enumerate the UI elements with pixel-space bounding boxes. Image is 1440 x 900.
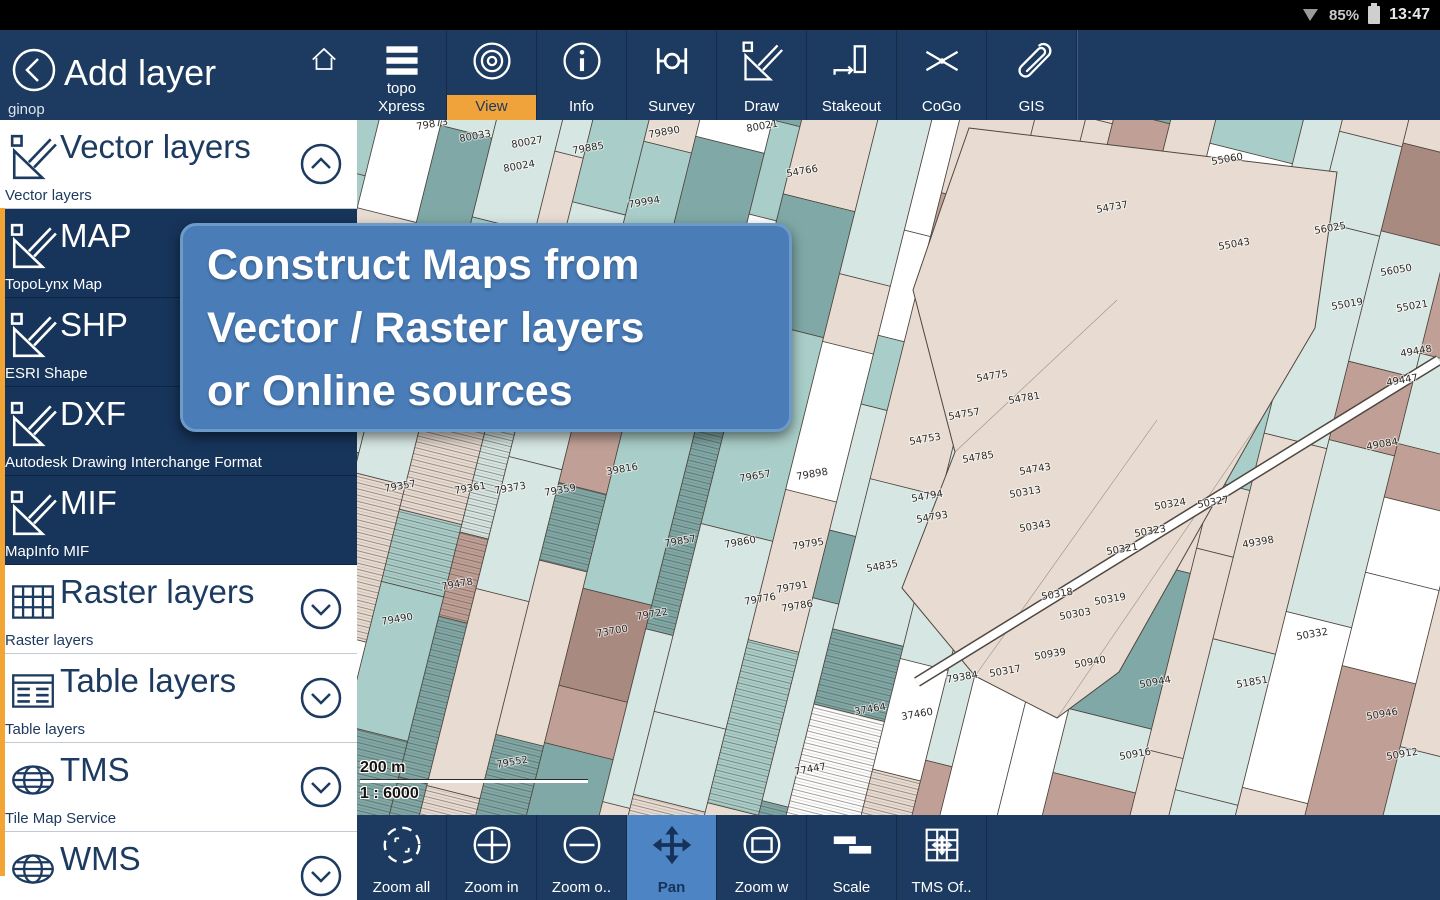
sidebar-item-raster-layers[interactable]: Raster layers Raster layers [0,565,357,654]
vector-icon [8,488,58,538]
chevron-down-icon[interactable] [297,852,345,900]
vector-icon [8,221,58,271]
table-icon [8,666,58,716]
sidebar-item-wms[interactable]: WMS Web Map Service [0,832,357,900]
tab-gis[interactable]: GIS [987,30,1077,120]
chevron-down-icon[interactable] [297,674,345,722]
add-layer-panel: Add layer ginop Vector layers Vector lay… [0,30,357,900]
sidebar-item-vector-layers[interactable]: Vector layers Vector layers [0,120,357,209]
app-screen: 85% 13:47 topo Xpress View Info [0,0,1440,900]
vector-icon [8,399,58,449]
zoom-all-button[interactable]: Zoom all [357,815,447,900]
raster-icon [8,577,58,627]
chevron-down-icon[interactable] [297,585,345,633]
zoom-window-button[interactable]: Zoom w [717,815,807,900]
back-button[interactable] [10,46,58,94]
tab-view[interactable]: View [447,30,537,120]
brand-label: topo Xpress [357,80,446,120]
stakeout-icon [807,34,896,88]
panel-title: Add layer [64,52,216,94]
zoom-out-button[interactable]: Zoom o.. [537,815,627,900]
tab-info[interactable]: Info [537,30,627,120]
tab-survey[interactable]: Survey [627,30,717,120]
cogo-icon [897,34,986,88]
home-button[interactable] [309,44,339,74]
battery-percent: 85% [1329,7,1359,24]
pan-button[interactable]: Pan [627,815,717,900]
scale-ratio: 1 : 6000 [360,785,588,803]
vector-icon [8,310,58,360]
clock: 13:47 [1389,6,1430,24]
panel-header: Add layer ginop [0,30,357,120]
scale-distance: 200 m [360,759,588,777]
chevron-down-icon[interactable] [297,763,345,811]
sidebar-item-tms[interactable]: TMS Tile Map Service [0,743,357,832]
tab-stakeout[interactable]: Stakeout [807,30,897,120]
view-icon [447,34,536,88]
sidebar-scrollbar[interactable] [0,208,5,876]
zoom-in-button[interactable]: Zoom in [447,815,537,900]
pan-icon [627,817,716,873]
status-bar: 85% 13:47 [0,0,1440,30]
sidebar-item-table-layers[interactable]: Table layers Table layers [0,654,357,743]
sidebar-item-mif[interactable]: MIF MapInfo MIF [0,476,357,565]
vector-icon [8,132,58,182]
tms-offline-button[interactable]: TMS Of.. [897,815,987,900]
project-name: ginop [8,101,45,118]
scale-button[interactable]: Scale [807,815,897,900]
scale-bar [360,779,588,783]
battery-icon [1368,6,1380,24]
network-signal-icon [1302,7,1320,23]
bottom-toolbar: Zoom all Zoom in Zoom o.. Pan Zoom w [357,815,1440,900]
chevron-up-icon[interactable] [297,140,345,188]
top-toolbar: topo Xpress View Info Survey [357,30,1440,120]
zoom-in-icon [447,817,536,873]
paperclip-icon [987,34,1076,88]
draw-icon [717,34,806,88]
menu-button[interactable]: topo Xpress [357,30,447,120]
tab-cogo[interactable]: CoGo [897,30,987,120]
tms-offline-icon [897,817,986,873]
globe-icon [8,844,58,894]
zoom-out-icon [537,817,626,873]
tutorial-callout: Construct Maps from Vector / Raster laye… [180,223,792,432]
scale-icon [807,817,896,873]
globe-icon [8,755,58,805]
info-icon [537,34,626,88]
zoom-all-icon [357,817,446,873]
map-scale: 200 m 1 : 6000 [360,759,588,803]
survey-icon [627,34,716,88]
tab-draw[interactable]: Draw [717,30,807,120]
toolbar-filler [1077,30,1440,120]
zoom-window-icon [717,817,806,873]
